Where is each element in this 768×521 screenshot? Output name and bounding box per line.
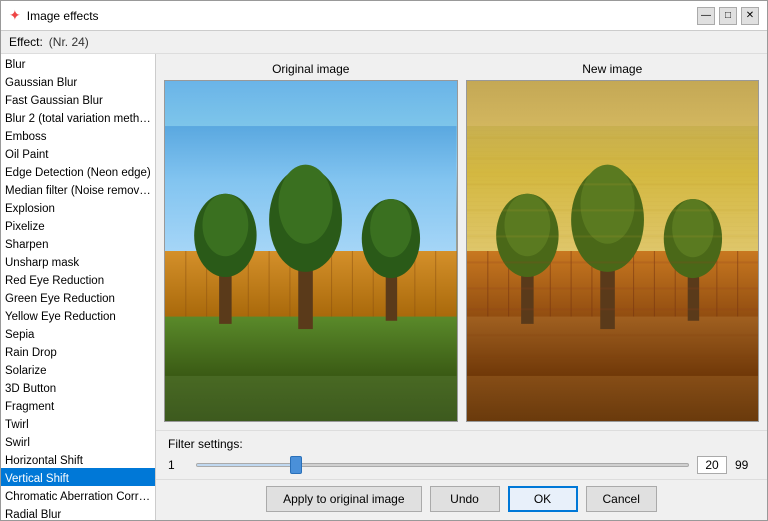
slider-thumb[interactable]: [290, 456, 302, 474]
sidebar-item-swirl[interactable]: Swirl: [1, 432, 155, 450]
sidebar-item-fragment[interactable]: Fragment: [1, 396, 155, 414]
title-bar-left: ✦ Image effects: [9, 7, 99, 24]
slider-fill: [197, 464, 295, 466]
effect-row: Effect: (Nr. 24): [1, 31, 767, 54]
original-image-svg: [165, 81, 457, 421]
sidebar-item-horizontal-shift[interactable]: Horizontal Shift: [1, 450, 155, 468]
window-title: Image effects: [27, 9, 99, 23]
sidebar[interactable]: BlurGaussian BlurFast Gaussian BlurBlur …: [1, 54, 156, 520]
original-image-section: Original image: [164, 62, 458, 422]
sidebar-item-radial-blur[interactable]: Radial Blur: [1, 504, 155, 520]
sidebar-item-edge-detection[interactable]: Edge Detection (Neon edge): [1, 162, 155, 180]
maximize-button[interactable]: □: [719, 7, 737, 25]
close-button[interactable]: ✕: [741, 7, 759, 25]
sidebar-item-fast-gaussian-blur[interactable]: Fast Gaussian Blur: [1, 90, 155, 108]
image-spacer: [458, 62, 466, 422]
new-image-box: [466, 80, 760, 422]
ok-button[interactable]: OK: [508, 486, 578, 512]
sidebar-item-blur[interactable]: Blur: [1, 54, 155, 72]
sidebar-item-explosion[interactable]: Explosion: [1, 198, 155, 216]
sidebar-item-sharpen[interactable]: Sharpen: [1, 234, 155, 252]
effect-label: Effect:: [9, 35, 43, 49]
sidebar-item-pixelize[interactable]: Pixelize: [1, 216, 155, 234]
images-row: Original image: [156, 54, 767, 430]
original-image-box: [164, 80, 458, 422]
filter-label: Filter settings:: [168, 437, 755, 451]
sidebar-item-green-eye[interactable]: Green Eye Reduction: [1, 288, 155, 306]
minimize-button[interactable]: —: [697, 7, 715, 25]
cancel-button[interactable]: Cancel: [586, 486, 657, 512]
new-image-title: New image: [582, 62, 642, 76]
apply-button[interactable]: Apply to original image: [266, 486, 421, 512]
filter-min-label: 1: [168, 458, 188, 472]
original-image-title: Original image: [272, 62, 349, 76]
sidebar-item-solarize[interactable]: Solarize: [1, 360, 155, 378]
buttons-row: Apply to original image Undo OK Cancel: [156, 479, 767, 520]
new-image-svg: [467, 81, 759, 421]
filter-max-label: 99: [735, 458, 755, 472]
sidebar-item-chromatic-aberration[interactable]: Chromatic Aberration Correction: [1, 486, 155, 504]
undo-button[interactable]: Undo: [430, 486, 500, 512]
new-image-section: New image: [466, 62, 760, 422]
new-image-container: [467, 81, 759, 421]
sidebar-item-twirl[interactable]: Twirl: [1, 414, 155, 432]
sidebar-item-vertical-shift[interactable]: Vertical Shift: [1, 468, 155, 486]
sidebar-item-3d-button[interactable]: 3D Button: [1, 378, 155, 396]
sidebar-item-yellow-eye[interactable]: Yellow Eye Reduction: [1, 306, 155, 324]
sidebar-item-emboss[interactable]: Emboss: [1, 126, 155, 144]
title-bar-controls: — □ ✕: [697, 7, 759, 25]
sidebar-item-red-eye[interactable]: Red Eye Reduction: [1, 270, 155, 288]
original-image-container: [165, 81, 457, 421]
sidebar-item-sepia[interactable]: Sepia: [1, 324, 155, 342]
slider-track: [196, 463, 689, 467]
filter-value[interactable]: 20: [697, 456, 727, 474]
filter-controls: 1 20 99: [168, 455, 755, 475]
filter-section: Filter settings: 1 20 99: [156, 430, 767, 479]
main-content: BlurGaussian BlurFast Gaussian BlurBlur …: [1, 54, 767, 520]
sidebar-item-oil-paint[interactable]: Oil Paint: [1, 144, 155, 162]
effect-value: (Nr. 24): [49, 35, 89, 49]
sidebar-item-rain-drop[interactable]: Rain Drop: [1, 342, 155, 360]
main-window: ✦ Image effects — □ ✕ Effect: (Nr. 24) B…: [0, 0, 768, 521]
title-bar: ✦ Image effects — □ ✕: [1, 1, 767, 31]
slider-container[interactable]: [196, 455, 689, 475]
sidebar-item-gaussian-blur[interactable]: Gaussian Blur: [1, 72, 155, 90]
right-panel: Original image: [156, 54, 767, 520]
window-icon: ✦: [9, 7, 21, 24]
sidebar-item-unsharp-mask[interactable]: Unsharp mask: [1, 252, 155, 270]
sidebar-item-blur2[interactable]: Blur 2 (total variation method): [1, 108, 155, 126]
sidebar-item-median-filter[interactable]: Median filter (Noise removal): [1, 180, 155, 198]
